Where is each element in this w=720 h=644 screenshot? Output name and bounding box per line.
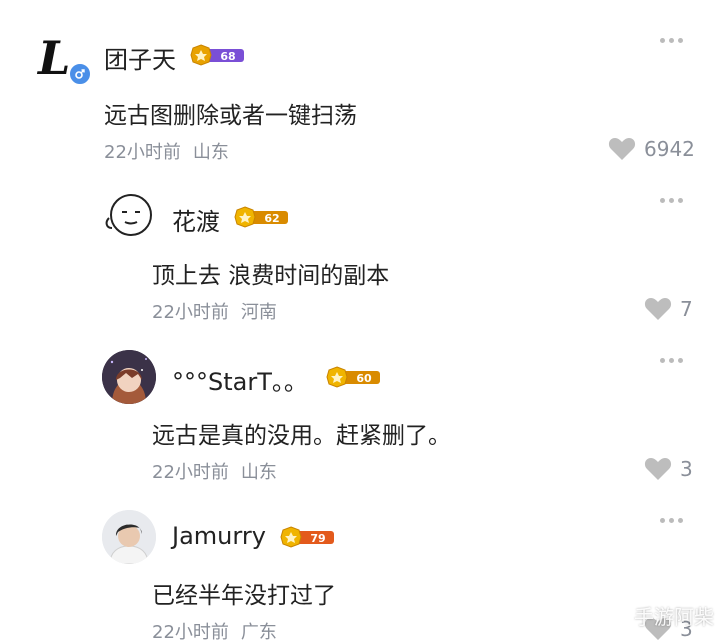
level-badge: 79: [280, 526, 336, 548]
comment-location: 河南: [240, 302, 277, 323]
username[interactable]: 花渡: [172, 202, 220, 237]
like-button[interactable]: 6942: [608, 136, 695, 162]
avatar[interactable]: [102, 190, 156, 244]
comment-meta: 22小时前 广东: [152, 618, 277, 644]
svg-text:L: L: [36, 31, 70, 85]
like-button[interactable]: 3: [644, 456, 693, 482]
level-number: 60: [356, 372, 372, 385]
avatar[interactable]: [102, 510, 156, 564]
comment-time: 22小时前: [104, 142, 181, 163]
username[interactable]: Jamurry: [172, 522, 266, 550]
level-number: 62: [264, 212, 279, 225]
comment-text: 顶上去 浪费时间的副本: [152, 263, 390, 289]
heart-icon: [644, 298, 672, 320]
level-number: 79: [310, 532, 325, 545]
comment-location: 广东: [240, 622, 277, 643]
more-options-icon[interactable]: [660, 38, 690, 46]
more-options-icon[interactable]: [660, 198, 690, 206]
comment-meta: 22小时前 河南: [152, 298, 277, 324]
heart-icon: [644, 458, 672, 480]
comment-time: 22小时前: [152, 302, 229, 323]
comment-location: 山东: [240, 462, 277, 483]
like-button[interactable]: 7: [644, 296, 693, 322]
avatar[interactable]: [102, 350, 156, 404]
username[interactable]: 团子天: [104, 40, 176, 75]
like-count: 6942: [644, 137, 695, 161]
more-options-icon[interactable]: [660, 358, 690, 366]
username[interactable]: °°°StarT。。: [172, 362, 308, 397]
level-number: 68: [220, 50, 235, 63]
comment-location: 山东: [192, 142, 229, 163]
male-icon: [68, 62, 92, 86]
level-badge: 62: [234, 206, 290, 228]
watermark: 手游阿柴: [634, 605, 714, 629]
more-options-icon[interactable]: [660, 518, 690, 526]
comment-text: 远古图删除或者一键扫荡: [104, 103, 357, 129]
comment-text: 已经半年没打过了: [152, 583, 336, 609]
level-badge: 68: [190, 44, 246, 66]
comment-time: 22小时前: [152, 622, 229, 643]
comment-text: 远古是真的没用。赶紧删了。: [152, 423, 451, 449]
comment-time: 22小时前: [152, 462, 229, 483]
heart-icon: [608, 138, 636, 160]
avatar[interactable]: L: [34, 30, 92, 86]
comment-meta: 22小时前 山东: [152, 458, 277, 484]
like-count: 3: [680, 457, 693, 481]
level-badge: 60: [326, 366, 382, 388]
comment-meta: 22小时前 山东: [104, 138, 229, 164]
like-count: 7: [680, 297, 693, 321]
